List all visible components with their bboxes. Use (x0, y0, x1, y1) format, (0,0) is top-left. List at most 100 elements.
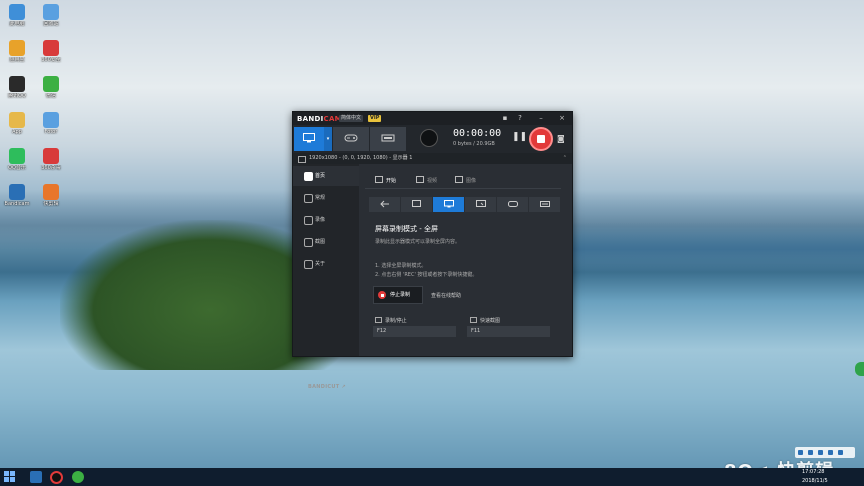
desktop-shortcut[interactable]: App (0, 112, 34, 135)
desktop-shortcut[interactable]: 此电脑 (0, 4, 34, 27)
bandicam-window: BANDICAM 简体中文 VIP ▪ ? – × ▾ 00:00:00 0 b… (292, 111, 573, 390)
device-capture-button[interactable] (529, 197, 560, 212)
folder-icon[interactable]: ▪ (500, 114, 510, 122)
desktop-shortcut-label: Fotor (44, 129, 58, 135)
tray-icon[interactable] (838, 450, 843, 455)
back-button[interactable] (369, 197, 400, 212)
screen-icon (298, 156, 306, 163)
floating-widget[interactable] (855, 362, 864, 376)
tab-video[interactable]: 视频 (416, 176, 437, 184)
app-icon (43, 112, 59, 128)
instruction-step-2: 2. 点击右侧 'REC' 按钮或者按下录制快捷键。 (375, 272, 478, 278)
sidebar-item-general[interactable]: 常规 (293, 188, 359, 208)
rectangle-mode-button[interactable] (401, 197, 432, 212)
tray-icon[interactable] (808, 450, 813, 455)
sidebar-item-video[interactable]: 录像 (293, 210, 359, 230)
image-icon (304, 238, 313, 247)
tray-icon[interactable] (828, 450, 833, 455)
app-icon (9, 148, 25, 164)
chevron-up-icon[interactable]: ⌃ (563, 153, 567, 164)
keyboard-icon (470, 317, 477, 323)
app-icon (9, 76, 25, 92)
app-icon (9, 40, 25, 56)
device-mode-button[interactable] (370, 127, 406, 151)
mode-heading: 屏幕录制模式 - 全屏 (375, 225, 438, 233)
hdmi-icon (539, 201, 550, 207)
target-info-bar[interactable]: 1920x1080 - (0, 0, 1920, 1080) - 显示器 1 ⌃ (293, 153, 572, 164)
target-info-text: 1920x1080 - (0, 0, 1920, 1080) - 显示器 1 (309, 155, 413, 161)
desktop-shortcut-label: 应用宝 (9, 57, 25, 63)
desktop-shortcut[interactable]: 360杀毒 (34, 148, 68, 171)
desktop-shortcut[interactable]: 回收站 (34, 4, 68, 27)
desktop-shortcut-label: 快剪辑 (43, 201, 59, 207)
info-icon (304, 260, 313, 269)
fullscreen-mode-button[interactable] (433, 197, 464, 212)
tray-icon[interactable] (818, 450, 823, 455)
sidebar: 首页 常规 录像 截图 关于 BANDICUT ↗ (293, 164, 359, 390)
desktop-shortcut[interactable]: QQ音乐 (0, 148, 34, 171)
app-icon (9, 184, 25, 200)
language-badge[interactable]: 简体中文 (339, 115, 364, 122)
stop-icon (378, 291, 386, 299)
app-icon (9, 4, 25, 20)
folder-icon (455, 176, 463, 183)
app-icon (43, 148, 59, 164)
chevron-down-icon[interactable]: ▾ (324, 127, 332, 151)
app-taskbar-icon[interactable] (72, 471, 84, 483)
pause-button[interactable]: ❚❚ (512, 132, 527, 142)
desktop-shortcut[interactable]: 360安全 (34, 40, 68, 63)
app-icon (43, 4, 59, 20)
tab-image[interactable]: 图像 (455, 176, 476, 184)
webcam-overlay-button[interactable] (420, 129, 438, 147)
screen-mode-button[interactable] (294, 127, 324, 151)
sidebar-item-home[interactable]: 首页 (293, 166, 359, 186)
sidebar-item-image[interactable]: 截图 (293, 232, 359, 252)
app-icon (9, 112, 25, 128)
app-icon (43, 184, 59, 200)
arrow-left-icon (379, 200, 389, 208)
record-timer: 00:00:00 (453, 128, 502, 139)
monitor-icon (303, 133, 315, 143)
windows-start-icon[interactable] (4, 471, 16, 483)
hotkey-capture-label: 快速截图 (470, 317, 500, 324)
cursor-mode-button[interactable] (465, 197, 496, 212)
tab-start[interactable]: 开始 (375, 176, 396, 184)
desktop-shortcut[interactable]: Fotor (34, 112, 68, 135)
monitor-icon (443, 200, 454, 208)
bandicam-taskbar-icon[interactable] (50, 471, 63, 484)
region-icon (411, 200, 421, 207)
desktop-shortcut[interactable]: 应用宝 (0, 40, 34, 63)
stop-record-button[interactable]: 停止录制 (373, 286, 423, 304)
tray-icon[interactable] (798, 450, 803, 455)
mode-description: 录制此显示器模式可以录制全屏内容。 (375, 239, 461, 245)
sidebar-item-about[interactable]: 关于 (293, 254, 359, 274)
close-icon[interactable]: × (557, 114, 567, 122)
desktop-shortcut[interactable]: 快剪辑 (34, 184, 68, 207)
file-explorer-icon[interactable] (30, 471, 42, 483)
app-icon (43, 40, 59, 56)
gamepad-icon (344, 134, 358, 142)
help-icon[interactable]: ? (515, 114, 525, 122)
capture-mode-selector (369, 197, 560, 212)
desktop-shortcut[interactable]: 微信 (34, 76, 68, 99)
desktop-shortcut-label: 360安全 (41, 57, 61, 63)
bandicut-link[interactable]: BANDICUT ↗ (308, 384, 346, 390)
game-mode-button[interactable] (333, 127, 369, 151)
hotkey-record-field[interactable]: F12 (373, 326, 456, 337)
hotkey-capture-field[interactable]: F11 (467, 326, 550, 337)
cursor-area-icon (475, 200, 486, 207)
vip-badge[interactable]: VIP (368, 115, 382, 122)
camera-icon[interactable]: ◙ (557, 134, 565, 143)
app-logo: BANDICAM (297, 115, 342, 123)
record-button[interactable] (529, 127, 553, 151)
game-capture-button[interactable] (497, 197, 528, 212)
online-help-link[interactable]: 查看在线帮助 (431, 292, 461, 299)
desktop-shortcut[interactable]: 腾讯QQ (0, 76, 34, 99)
desktop-shortcut[interactable]: Bandicam (0, 184, 34, 207)
far-shoreline (560, 222, 864, 272)
film-icon (304, 216, 313, 225)
clock-date[interactable]: 2018/11/5 (802, 478, 828, 484)
minimize-icon[interactable]: – (536, 114, 546, 122)
folder-icon (416, 176, 424, 183)
clock-time[interactable]: 17:07:28 (802, 469, 824, 475)
